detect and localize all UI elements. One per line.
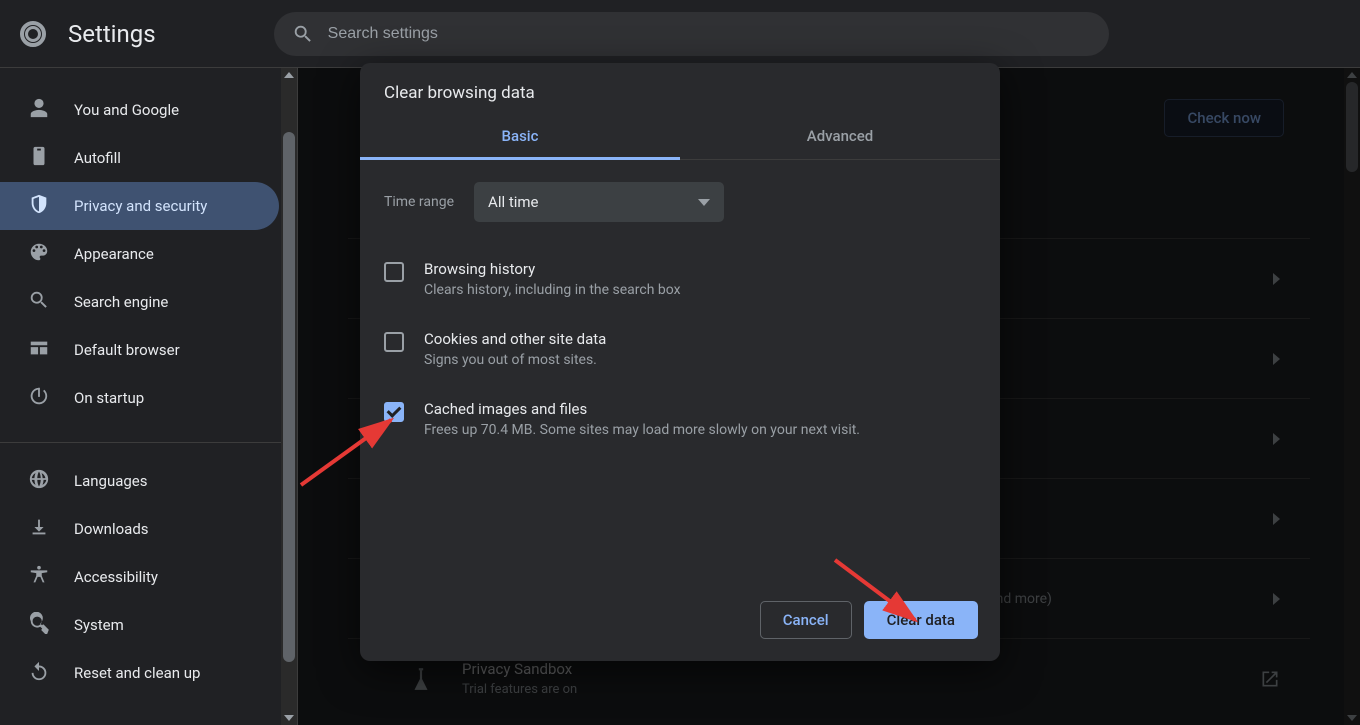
you-and-google-icon [28,97,50,123]
clear-data-button[interactable]: Clear data [864,601,978,639]
option-title: Browsing history [424,260,681,278]
sidebar-item-appearance[interactable]: Appearance [0,230,279,278]
scroll-down-icon[interactable] [284,715,294,721]
time-range-label: Time range [384,194,454,210]
dropdown-arrow-icon [698,199,710,206]
sidebar-item-label: Search engine [74,293,168,311]
appearance-icon [28,241,50,267]
header-left: Settings [20,20,156,48]
downloads-icon [28,516,50,542]
sidebar-item-label: You and Google [74,101,179,119]
sidebar-divider [0,442,297,443]
sidebar-item-on-startup[interactable]: On startup [0,374,279,422]
cancel-button[interactable]: Cancel [760,601,852,639]
sidebar-item-system[interactable]: System [0,601,279,649]
sidebar-item-downloads[interactable]: Downloads [0,505,279,553]
dialog-title: Clear browsing data [360,63,1000,113]
option-checkbox[interactable] [384,262,404,282]
tab-advanced[interactable]: Advanced [680,113,1000,159]
dialog-body: Time range All time Browsing history Clea… [360,160,1000,583]
tab-basic[interactable]: Basic [360,113,680,159]
sidebar-item-label: Appearance [74,245,154,263]
sidebar-item-label: System [74,616,124,634]
sidebar: You and Google Autofill Privacy and securi… [0,68,298,725]
search-settings-bar[interactable] [274,12,1109,56]
sidebar-scrollbar[interactable] [281,68,297,725]
sidebar-item-label: Privacy and security [74,197,207,215]
languages-icon [28,468,50,494]
dialog-footer: Cancel Clear data [360,583,1000,661]
autofill-icon [28,145,50,171]
time-range-row: Time range All time [384,182,976,222]
time-range-value: All time [488,193,538,211]
option-text: Cached images and files Frees up 70.4 MB.… [424,400,860,438]
option-text: Browsing history Clears history, includin… [424,260,681,298]
clear-option-row: Cookies and other site data Signs you out… [384,320,976,390]
sidebar-item-privacy-and-security[interactable]: Privacy and security [0,182,279,230]
sidebar-item-label: Default browser [74,341,180,359]
clear-option-row: Cached images and files Frees up 70.4 MB.… [384,390,976,460]
on-startup-icon [28,385,50,411]
sidebar-item-autofill[interactable]: Autofill [0,134,279,182]
sidebar-item-label: Downloads [74,520,149,538]
clear-browsing-data-dialog: Clear browsing data Basic Advanced Time … [360,63,1000,661]
sidebar-item-default-browser[interactable]: Default browser [0,326,279,374]
scroll-thumb[interactable] [283,132,295,662]
option-title: Cookies and other site data [424,330,606,348]
sidebar-item-search-engine[interactable]: Search engine [0,278,279,326]
option-sub: Signs you out of most sites. [424,352,606,368]
search-icon [292,23,314,45]
scroll-up-icon[interactable] [284,72,294,78]
reset-and-clean-up-icon [28,660,50,686]
option-checkbox[interactable] [384,402,404,422]
sidebar-item-label: Languages [74,472,148,490]
sidebar-item-languages[interactable]: Languages [0,457,279,505]
chrome-logo-icon [20,21,46,47]
sidebar-item-label: Reset and clean up [74,664,200,682]
sidebar-item-you-and-google[interactable]: You and Google [0,86,279,134]
option-sub: Frees up 70.4 MB. Some sites may load mo… [424,422,860,438]
dialog-tabs: Basic Advanced [360,113,1000,160]
privacy-and-security-icon [28,193,50,219]
default-browser-icon [28,337,50,363]
option-checkbox[interactable] [384,332,404,352]
time-range-select[interactable]: All time [474,182,724,222]
system-icon [28,612,50,638]
page-title: Settings [68,20,156,48]
search-input[interactable] [328,25,1091,43]
search-engine-icon [28,289,50,315]
sidebar-item-label: On startup [74,389,144,407]
sidebar-item-accessibility[interactable]: Accessibility [0,553,279,601]
app-header: Settings [0,0,1360,68]
accessibility-icon [28,564,50,590]
option-text: Cookies and other site data Signs you out… [424,330,606,368]
clear-option-row: Browsing history Clears history, includin… [384,250,976,320]
sidebar-item-label: Accessibility [74,568,158,586]
sidebar-item-reset-and-clean-up[interactable]: Reset and clean up [0,649,279,697]
option-sub: Clears history, including in the search … [424,282,681,298]
option-title: Cached images and files [424,400,860,418]
sidebar-item-label: Autofill [74,149,121,167]
